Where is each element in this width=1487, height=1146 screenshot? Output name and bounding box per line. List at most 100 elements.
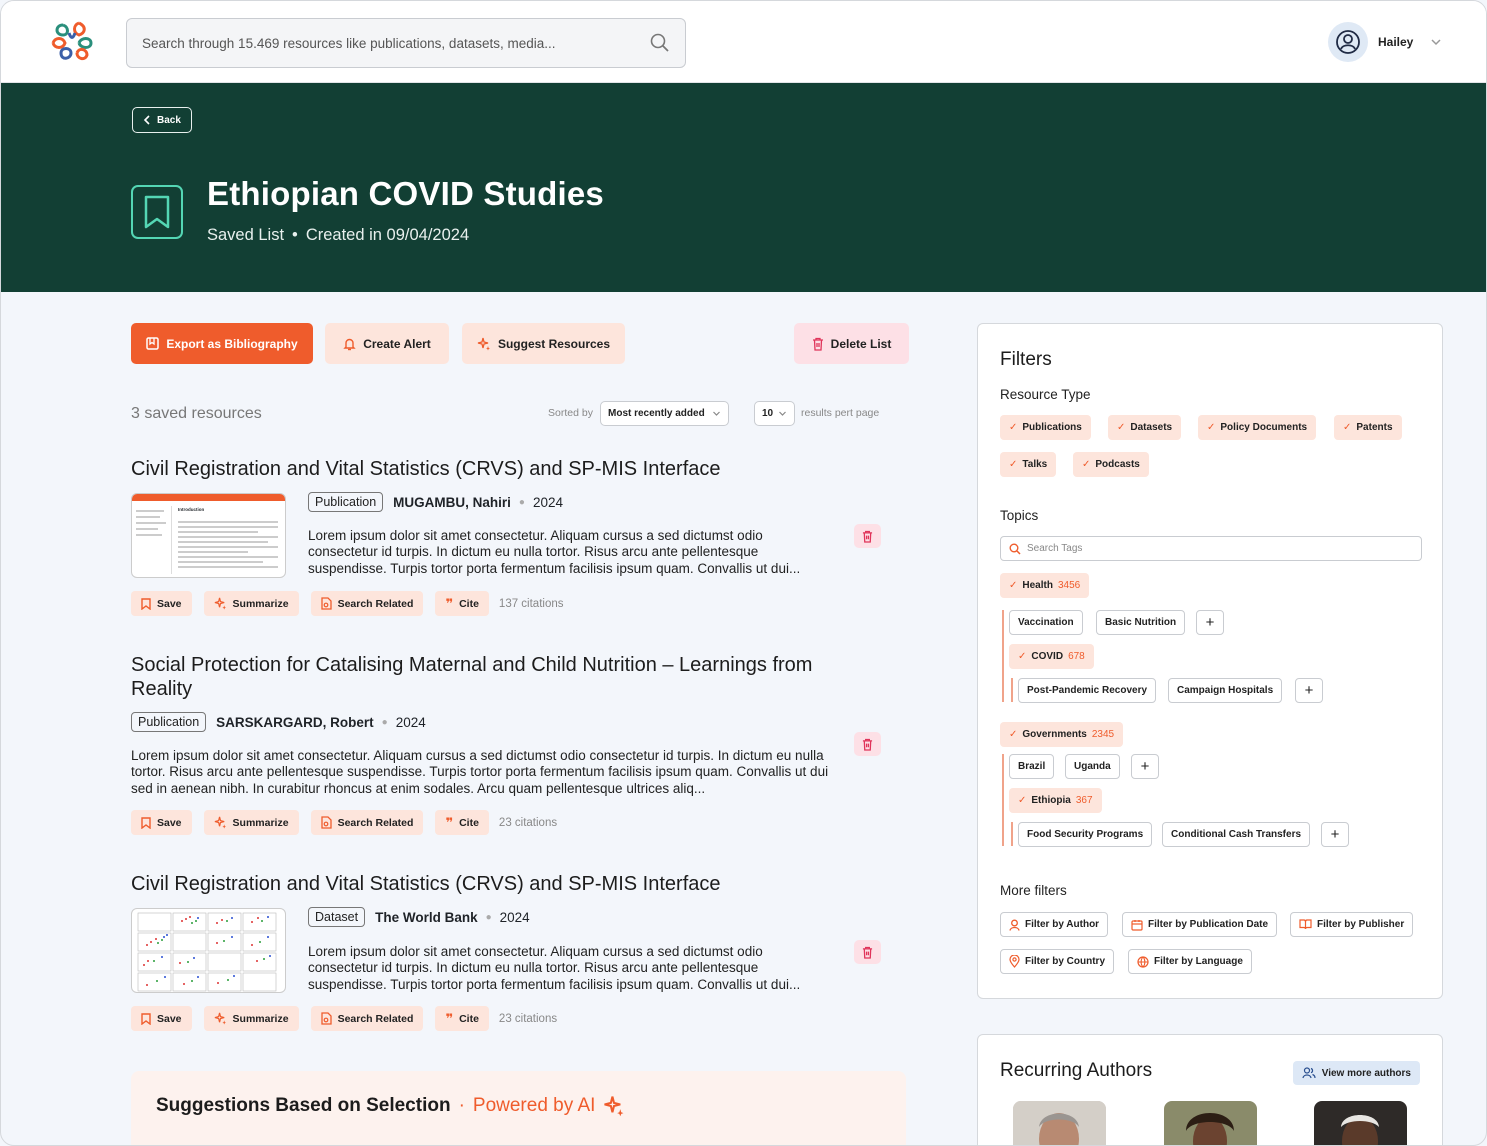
quote-icon: ❞ (445, 815, 454, 830)
chip-label: Brazil (1018, 761, 1046, 772)
summarize-button[interactable]: Summarize (203, 591, 299, 616)
chip-label: Conditional Cash Transfers (1171, 829, 1302, 840)
created-date: Created in 09/04/2024 (305, 226, 470, 244)
summarize-label: Summarize (232, 816, 289, 829)
topic-chip-covid[interactable]: ✓ COVID 678 (1009, 644, 1094, 669)
list-hero: Back Ethiopian COVID Studies Saved List … (1, 83, 1486, 292)
chip-count: 678 (1068, 651, 1085, 662)
author-photo[interactable] (1013, 1101, 1106, 1145)
filter-by-country-button[interactable]: Filter by Country (1000, 949, 1115, 974)
delete-list-button[interactable]: Delete List (794, 323, 909, 364)
per-page-select[interactable]: 10 (754, 401, 795, 426)
export-bibliography-button[interactable]: Export as Bibliography (131, 323, 313, 364)
create-alert-button[interactable]: Create Alert (325, 323, 449, 364)
result-author[interactable]: SARSKARGARD, Robert (216, 715, 374, 730)
filter-chip-podcasts[interactable]: ✓ Podcasts (1073, 452, 1149, 477)
topic-chip-brazil[interactable]: Brazil (1009, 754, 1055, 779)
open-book-icon (1299, 919, 1312, 930)
tree-line (1011, 678, 1013, 702)
remove-item-button[interactable] (854, 940, 881, 964)
result-thumbnail[interactable] (131, 908, 286, 993)
remove-item-button[interactable] (854, 732, 881, 756)
sort-value: Most recently added (608, 408, 705, 419)
sparkle-icon (214, 1012, 226, 1025)
avatar[interactable] (1328, 22, 1368, 62)
remove-item-button[interactable] (854, 524, 881, 548)
filter-chip-datasets[interactable]: ✓ Datasets (1108, 415, 1182, 440)
more-filters-label: More filters (1000, 883, 1067, 898)
topic-chip-governments[interactable]: ✓ Governments 2345 (1000, 722, 1124, 747)
topic-chip-post-pandemic-recovery[interactable]: Post-Pandemic Recovery (1018, 678, 1157, 703)
result-title[interactable]: Civil Registration and Vital Statistics … (131, 457, 721, 481)
topic-chip-uganda[interactable]: Uganda (1065, 754, 1120, 779)
search-related-button[interactable]: Search Related (310, 1006, 424, 1031)
back-button[interactable]: Back (132, 107, 192, 133)
search-related-button[interactable]: Search Related (310, 810, 424, 835)
result-author[interactable]: MUGAMBU, Nahiri (393, 495, 511, 510)
add-topic-button[interactable]: + (1321, 822, 1349, 847)
save-label: Save (157, 597, 182, 610)
topic-chip-ethiopia[interactable]: ✓ Ethiopia 367 (1009, 788, 1102, 813)
page-title: Ethiopian COVID Studies (207, 175, 604, 212)
topic-chip-vaccination[interactable]: Vaccination (1009, 610, 1083, 635)
filter-chip-publications[interactable]: ✓ Publications (1000, 415, 1091, 440)
filters-panel: Filters Resource Type ✓ Publications ✓ Dat… (977, 323, 1443, 999)
more-filter-label: Filter by Publisher (1317, 919, 1405, 930)
suggest-resources-button[interactable]: Suggest Resources (462, 323, 625, 364)
bookmark-icon (141, 816, 151, 829)
save-button[interactable]: Save (131, 1006, 192, 1031)
filter-chip-policy-documents[interactable]: ✓ Policy Documents (1198, 415, 1317, 440)
summarize-button[interactable]: Summarize (203, 1006, 299, 1031)
bell-icon (343, 338, 356, 350)
sort-select[interactable]: Most recently added (600, 401, 729, 426)
tag-search-input[interactable]: Search Tags (1000, 536, 1422, 561)
more-filter-label: Filter by Publication Date (1148, 919, 1269, 930)
logo-icon[interactable] (49, 19, 95, 65)
chip-label: Health (1022, 580, 1053, 591)
topic-chip-conditional-cash-transfers[interactable]: Conditional Cash Transfers (1162, 822, 1311, 847)
author-photo[interactable] (1314, 1101, 1407, 1145)
save-button[interactable]: Save (131, 810, 192, 835)
filter-by-language-button[interactable]: Filter by Language (1128, 949, 1252, 974)
chip-label: Talks (1022, 459, 1048, 470)
global-search-input[interactable]: Search through 15.469 resources like pub… (126, 18, 686, 68)
search-icon (1009, 543, 1021, 555)
view-more-label: View more authors (1321, 1067, 1411, 1079)
filter-chip-talks[interactable]: ✓ Talks (1000, 452, 1057, 477)
search-icon[interactable] (650, 33, 670, 53)
cite-button[interactable]: ❞ Cite (435, 1006, 489, 1031)
result-description: Lorem ipsum dolor sit amet consectetur. … (131, 748, 829, 796)
chip-label: Basic Nutrition (1105, 617, 1177, 628)
filter-by-author-button[interactable]: Filter by Author (1000, 912, 1109, 937)
add-topic-button[interactable]: + (1196, 610, 1224, 635)
user-menu[interactable]: Hailey (1328, 22, 1443, 62)
save-button[interactable]: Save (131, 591, 192, 616)
search-related-button[interactable]: Search Related (310, 591, 424, 616)
cite-button[interactable]: ❞ Cite (435, 810, 489, 835)
user-icon (1009, 919, 1020, 931)
add-topic-button[interactable]: + (1131, 754, 1159, 779)
author-photo[interactable] (1164, 1101, 1257, 1145)
result-year: 2024 (499, 909, 530, 925)
chip-label: Governments (1022, 729, 1087, 740)
result-thumbnail[interactable]: Introduction (131, 493, 286, 578)
topic-chip-campaign-hospitals[interactable]: Campaign Hospitals (1168, 678, 1283, 703)
add-topic-button[interactable]: + (1295, 678, 1323, 703)
view-more-authors-button[interactable]: View more authors (1292, 1061, 1420, 1085)
chevron-down-icon[interactable] (1429, 35, 1443, 49)
filter-by-publisher-button[interactable]: Filter by Publisher (1290, 912, 1414, 937)
filter-by-publication-date-button[interactable]: Filter by Publication Date (1122, 912, 1278, 937)
topic-chip-health[interactable]: ✓ Health 3456 (1000, 573, 1090, 598)
result-title[interactable]: Civil Registration and Vital Statistics … (131, 872, 721, 896)
suggestions-heading: Suggestions Based on Selection · Powered… (156, 1095, 625, 1117)
summarize-button[interactable]: Summarize (203, 810, 299, 835)
sparkle-icon (214, 597, 226, 610)
cite-button[interactable]: ❞ Cite (435, 591, 489, 616)
topic-chip-basic-nutrition[interactable]: Basic Nutrition (1096, 610, 1186, 635)
result-title[interactable]: Social Protection for Catalising Materna… (131, 653, 831, 701)
filter-chip-patents[interactable]: ✓ Patents (1334, 415, 1402, 440)
result-author[interactable]: The World Bank (375, 910, 478, 925)
topic-chip-food-security-programs[interactable]: Food Security Programs (1018, 822, 1153, 847)
chevron-down-icon (713, 411, 720, 416)
export-label: Export as Bibliography (166, 336, 298, 351)
